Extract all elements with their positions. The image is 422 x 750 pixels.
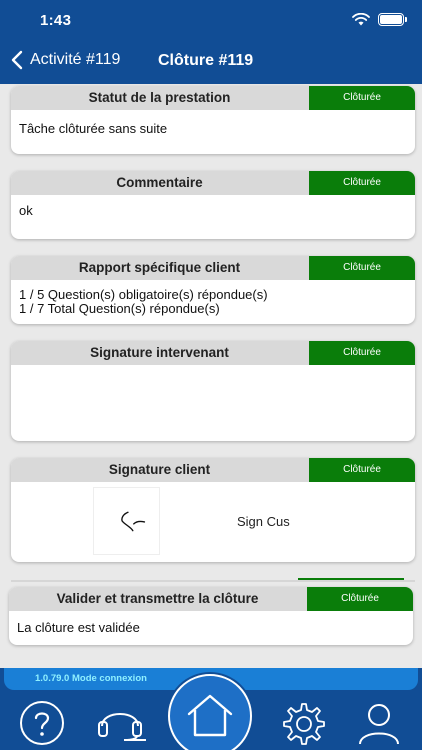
back-label: Activité #119: [30, 51, 121, 68]
status-badge: Clôturée: [309, 171, 415, 195]
active-tab-indicator: [124, 739, 146, 741]
home-icon: [182, 688, 238, 744]
card-text: Tâche clôturée sans suite: [19, 121, 168, 136]
signer-name: Sign Cus: [237, 514, 290, 529]
card-body: ok: [11, 195, 415, 230]
page-title: Clôture #119: [158, 52, 254, 69]
card-header: Statut de la prestation Clôturée: [11, 86, 415, 110]
card-commentaire[interactable]: Commentaire Clôturée ok: [11, 171, 415, 239]
status-time: 1:43: [40, 12, 72, 29]
user-icon[interactable]: [356, 700, 402, 746]
card-header: Valider et transmettre la clôture Clôtur…: [9, 587, 413, 611]
signature-area: [11, 365, 415, 389]
status-badge: Clôturée: [309, 256, 415, 280]
card-text: ok: [19, 203, 33, 218]
card-text: 1 / 7 Total Question(s) répondue(s): [19, 301, 220, 316]
status-badge: Clôturée: [307, 587, 413, 611]
card-header: Commentaire Clôturée: [11, 171, 415, 195]
chevron-left-icon: [11, 50, 23, 70]
closure-content: Statut de la prestation Clôturée Tâche c…: [0, 84, 422, 668]
divider: [11, 580, 415, 582]
back-button[interactable]: Activité #119: [10, 50, 120, 70]
status-icons: [352, 13, 407, 26]
card-title: Valider et transmettre la clôture: [56, 591, 259, 606]
card-valider-transmettre[interactable]: Valider et transmettre la clôture Clôtur…: [9, 587, 413, 645]
card-text: 1 / 5 Question(s) obligatoire(s) répondu…: [19, 287, 268, 302]
help-icon[interactable]: [16, 700, 68, 746]
card-signature-intervenant[interactable]: Signature intervenant Clôturée: [11, 341, 415, 441]
card-header: Signature client Clôturée: [11, 458, 415, 482]
battery-icon: [378, 13, 407, 26]
client-signature-image: [93, 487, 160, 555]
card-title: Signature client: [108, 462, 211, 477]
card-title: Rapport spécifique client: [78, 260, 241, 275]
status-badge: Clôturée: [309, 86, 415, 110]
card-body: Tâche clôturée sans suite: [11, 110, 415, 148]
status-badge: Clôturée: [309, 458, 415, 482]
wifi-icon: [352, 13, 370, 26]
divider-accent: [298, 578, 404, 580]
gear-icon[interactable]: [276, 700, 328, 746]
card-header: Signature intervenant Clôturée: [11, 341, 415, 365]
card-body: La clôture est validée: [9, 611, 413, 645]
card-text: La clôture est validée: [17, 620, 140, 635]
home-button[interactable]: [168, 674, 252, 750]
card-header: Rapport spécifique client Clôturée: [11, 256, 415, 280]
top-bar: 1:43 Activité #119 Clôture #119: [0, 0, 422, 84]
version-label: 1.0.79.0 Mode connexion: [35, 673, 147, 684]
card-title: Signature intervenant: [90, 345, 229, 360]
card-body: 1 / 5 Question(s) obligatoire(s) répondu…: [11, 280, 415, 324]
headset-icon[interactable]: [94, 700, 146, 741]
card-signature-client[interactable]: Signature client Clôturée Sign Cus: [11, 458, 415, 562]
card-rapport-client[interactable]: Rapport spécifique client Clôturée 1 / 5…: [11, 256, 415, 324]
card-title: Commentaire: [116, 175, 203, 190]
card-statut-prestation[interactable]: Statut de la prestation Clôturée Tâche c…: [11, 86, 415, 154]
status-badge: Clôturée: [309, 341, 415, 365]
card-title: Statut de la prestation: [88, 90, 231, 105]
